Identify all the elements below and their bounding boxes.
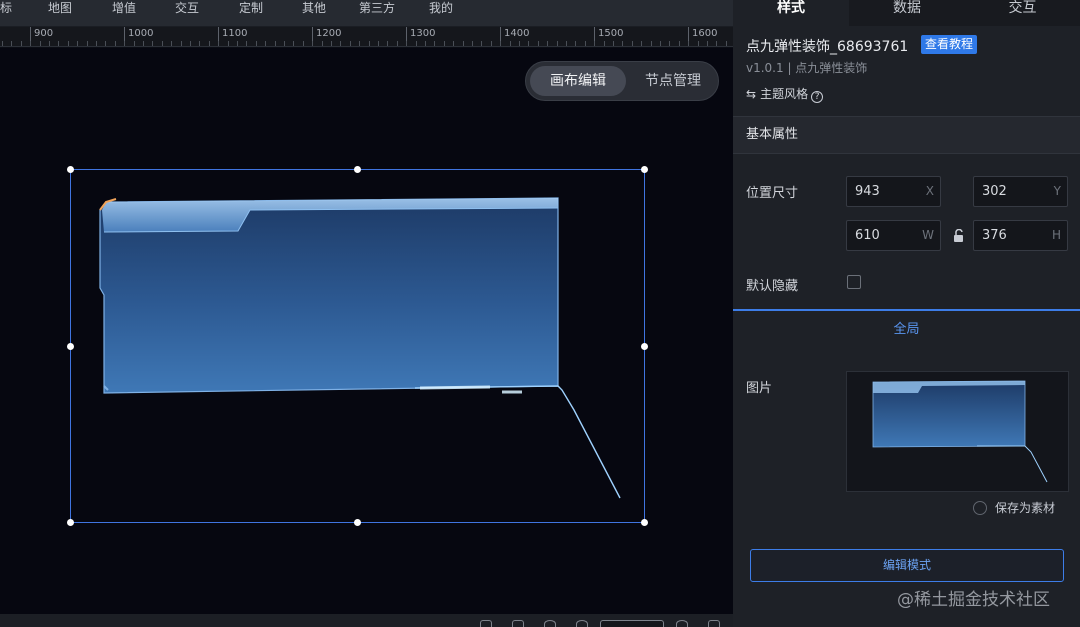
ruler-label: 1500 bbox=[598, 28, 624, 39]
tab-style[interactable]: 样式 bbox=[733, 0, 849, 26]
theme-style-row[interactable]: ⇆ 主题风格? bbox=[746, 85, 824, 103]
save-as-material-radio[interactable] bbox=[973, 501, 987, 515]
default-hidden-label: 默认隐藏 bbox=[746, 279, 799, 294]
menu-item-other[interactable]: 其他 bbox=[302, 0, 326, 18]
zoom-in-icon[interactable] bbox=[676, 620, 688, 627]
width-field[interactable]: 610 W bbox=[846, 220, 941, 251]
canvas-mode-switch: 画布编辑 节点管理 bbox=[525, 61, 719, 101]
ruler-label: 1100 bbox=[222, 28, 248, 39]
resize-handle-top[interactable] bbox=[354, 166, 361, 173]
canvas-edit-mode-button[interactable]: 画布编辑 bbox=[530, 66, 626, 96]
height-value: 376 bbox=[982, 228, 1007, 243]
menu-item-map[interactable]: 地图 bbox=[48, 0, 72, 18]
theme-style-label: 主题风格 bbox=[760, 87, 809, 101]
ruler-label: 1400 bbox=[504, 28, 530, 39]
ruler-label: 1300 bbox=[410, 28, 436, 39]
panel-tabs: 样式 数据 交互 bbox=[733, 0, 1080, 26]
aspect-lock-icon[interactable] bbox=[952, 229, 966, 243]
y-unit: Y bbox=[1053, 184, 1061, 198]
bottom-toolbar bbox=[0, 614, 733, 627]
default-hidden-checkbox[interactable] bbox=[847, 275, 861, 289]
menu-item-mine[interactable]: 我的 bbox=[429, 0, 453, 18]
height-unit: H bbox=[1051, 228, 1061, 242]
y-field[interactable]: 302 Y bbox=[973, 176, 1068, 207]
basic-properties-header: 基本属性 bbox=[733, 116, 1080, 154]
help-icon[interactable]: ? bbox=[811, 91, 824, 103]
layers-icon[interactable] bbox=[512, 620, 524, 627]
fit-screen-icon[interactable] bbox=[480, 620, 492, 627]
property-panel: 样式 数据 交互 点九弹性装饰_68693761 查看教程 v1.0.1 | 点… bbox=[733, 0, 1080, 627]
menu-item-value-added[interactable]: 增值 bbox=[112, 0, 136, 18]
resize-handle-right[interactable] bbox=[641, 343, 648, 350]
image-thumbnail bbox=[872, 380, 1048, 483]
image-label: 图片 bbox=[746, 381, 773, 396]
x-field[interactable]: 943 X bbox=[846, 176, 941, 207]
view-tutorial-button[interactable]: 查看教程 bbox=[921, 35, 978, 54]
zoom-out-icon[interactable] bbox=[576, 620, 588, 627]
y-value: 302 bbox=[982, 184, 1007, 199]
save-as-material-label: 保存为素材 bbox=[995, 501, 1056, 515]
resize-handle-bottom-left[interactable] bbox=[67, 519, 74, 526]
resize-handle-bottom[interactable] bbox=[354, 519, 361, 526]
help-icon[interactable] bbox=[544, 620, 556, 627]
ruler-label: 900 bbox=[34, 28, 54, 39]
ruler-label: 1000 bbox=[128, 28, 154, 39]
menu-item-custom[interactable]: 定制 bbox=[239, 0, 263, 18]
ruler-label: 1200 bbox=[316, 28, 342, 39]
x-value: 943 bbox=[855, 184, 880, 199]
tab-global[interactable]: 全局 bbox=[733, 318, 1080, 337]
x-unit: X bbox=[925, 184, 934, 198]
menu-item-third-party[interactable]: 第三方 bbox=[359, 0, 395, 18]
tab-data[interactable]: 数据 bbox=[849, 0, 965, 26]
resize-handle-left[interactable] bbox=[67, 343, 74, 350]
width-unit: W bbox=[922, 228, 934, 242]
horizontal-ruler: 900 1000 1100 1200 1300 1400 1500 1600 bbox=[0, 27, 733, 47]
menu-item-interaction[interactable]: 交互 bbox=[175, 0, 199, 18]
save-as-material-row[interactable]: 保存为素材 bbox=[973, 499, 1055, 516]
resize-handle-top-left[interactable] bbox=[67, 166, 74, 173]
component-title: 点九弹性装饰_68693761 bbox=[746, 39, 909, 55]
swap-icon: ⇆ bbox=[746, 87, 757, 101]
width-value: 610 bbox=[855, 228, 880, 243]
node-manage-mode-button[interactable]: 节点管理 bbox=[630, 66, 716, 96]
watermark: @稀土掘金技术社区 bbox=[897, 590, 1050, 610]
fullscreen-icon[interactable] bbox=[708, 620, 720, 627]
tab-interaction[interactable]: 交互 bbox=[965, 0, 1080, 26]
image-preview[interactable] bbox=[846, 371, 1069, 492]
menu-item-partial[interactable]: 标 bbox=[0, 0, 12, 18]
resize-handle-bottom-right[interactable] bbox=[641, 519, 648, 526]
height-field[interactable]: 376 H bbox=[973, 220, 1068, 251]
position-size-label: 位置尺寸 bbox=[746, 186, 799, 201]
ruler-label: 1600 bbox=[692, 28, 718, 39]
edit-mode-button[interactable]: 编辑模式 bbox=[750, 549, 1064, 582]
top-menu-bar: 标 地图 增值 交互 定制 其他 第三方 我的 bbox=[0, 0, 733, 27]
component-version: v1.0.1 | 点九弹性装饰 bbox=[746, 61, 868, 75]
selection-box[interactable] bbox=[70, 169, 645, 523]
global-tab-underline bbox=[733, 309, 1080, 311]
resize-handle-top-right[interactable] bbox=[641, 166, 648, 173]
zoom-input[interactable] bbox=[600, 620, 664, 627]
